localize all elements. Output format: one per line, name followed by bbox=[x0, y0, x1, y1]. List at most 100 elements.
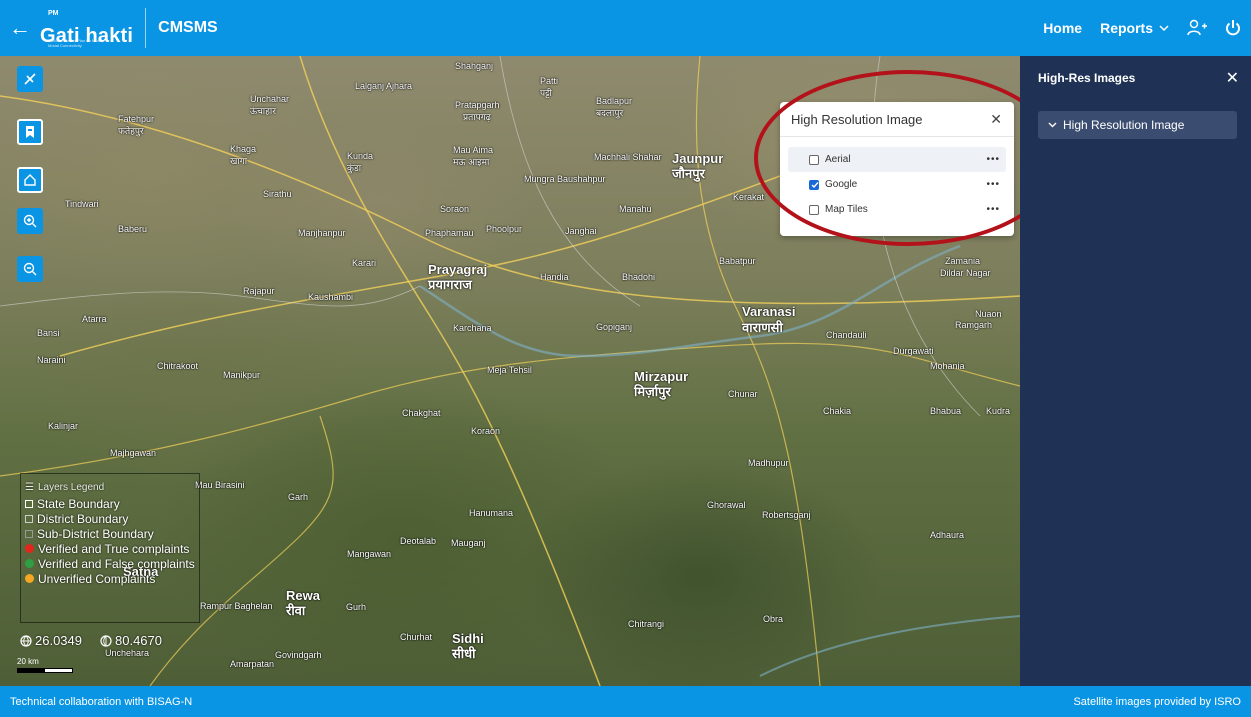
map-label: Bhabua bbox=[930, 406, 962, 416]
map-label: Pratapgarh bbox=[455, 100, 500, 110]
bookmark-icon bbox=[26, 126, 34, 138]
aerial-checkbox[interactable] bbox=[809, 154, 819, 165]
back-arrow-icon[interactable]: ← bbox=[0, 15, 40, 41]
chevron-down-icon bbox=[1159, 24, 1169, 31]
map-label: Machhali Shahar bbox=[594, 152, 662, 162]
map-label: Tindwari bbox=[65, 199, 99, 209]
map-label: Baberu bbox=[118, 224, 148, 234]
map-label-hindi: फतेहपुर bbox=[118, 126, 144, 136]
map-label: Kerakat bbox=[733, 192, 765, 202]
map-label: Majhgawan bbox=[110, 448, 157, 458]
legend-label: Verified and True complaints bbox=[38, 541, 190, 556]
google-checkbox[interactable] bbox=[809, 179, 819, 190]
map-label: Kudra bbox=[986, 406, 1011, 416]
legend-swatch bbox=[25, 499, 33, 508]
map-label: Madhupur bbox=[748, 458, 789, 468]
map-label-hindi: पट्टी bbox=[540, 88, 552, 98]
layers-legend: ☰ Layers Legend State Boundary District … bbox=[20, 473, 200, 623]
map-label: Manjhanpur bbox=[298, 228, 346, 238]
more-options-icon[interactable]: ••• bbox=[986, 154, 1000, 165]
legend-dot bbox=[25, 574, 34, 583]
pm-gati-shakti-logo: PM Gati hakti National Master Plan for M… bbox=[40, 8, 147, 48]
legend-item: Sub-District Boundary bbox=[25, 526, 195, 541]
map-label: Phaphamau bbox=[425, 228, 474, 238]
legend-title-text: Layers Legend bbox=[37, 482, 105, 493]
zoom-in-button[interactable] bbox=[17, 208, 43, 234]
home-extent-button[interactable] bbox=[17, 167, 43, 193]
map-label: Mohania bbox=[930, 361, 965, 371]
bookmark-tool-button[interactable] bbox=[17, 119, 43, 145]
map-label: Durgawati bbox=[893, 346, 934, 356]
map-label: Karchana bbox=[453, 323, 492, 333]
map-label: Adhaura bbox=[930, 530, 965, 540]
map-tiles-checkbox[interactable] bbox=[809, 204, 819, 215]
high-res-images-panel: High-Res Images ✕ High Resolution Image bbox=[1020, 56, 1251, 686]
map-label: Chandauli bbox=[826, 330, 867, 340]
option-google[interactable]: Google ••• bbox=[788, 172, 1006, 197]
map-label: Shahganj bbox=[455, 61, 494, 71]
legend-label: Sub-District Boundary bbox=[37, 526, 154, 541]
globe-icon bbox=[20, 634, 32, 647]
add-user-icon[interactable] bbox=[1187, 19, 1207, 37]
legend-label: Unverified Complaints bbox=[38, 571, 156, 586]
globe-meridian-icon bbox=[100, 634, 112, 647]
map-label: Chunar bbox=[728, 389, 758, 399]
longitude-value: 80.4670 bbox=[115, 633, 162, 648]
zoom-in-icon bbox=[23, 214, 37, 228]
map-label-hindi: मिर्ज़ापुर bbox=[634, 384, 671, 399]
map-label: Unchahar bbox=[250, 94, 290, 104]
legend-swatch bbox=[25, 514, 33, 523]
footer-left-text: Technical collaboration with BISAG-N bbox=[10, 695, 193, 708]
scale-bar: 20 km bbox=[17, 657, 73, 673]
map-label: Koraon bbox=[471, 426, 501, 436]
map-label: Naraini bbox=[37, 355, 66, 365]
scale-bar-graphic bbox=[17, 668, 73, 673]
top-header: ← PM Gati hakti National Master Plan for… bbox=[0, 0, 1251, 56]
home-icon bbox=[24, 174, 36, 186]
map-label: Lalganj Ajhara bbox=[355, 81, 413, 91]
legend-item: State Boundary bbox=[25, 496, 195, 511]
ruler-pencil-icon bbox=[24, 73, 36, 85]
map-label: Chitrangi bbox=[628, 619, 665, 629]
map-label: Mau Birasini bbox=[195, 480, 245, 490]
panel-header: High-Res Images ✕ bbox=[1020, 56, 1251, 100]
map-label-hindi: बदलापुर bbox=[596, 108, 624, 118]
legend-label: Verified and False complaints bbox=[38, 556, 195, 571]
map-label: Dildar Nagar bbox=[940, 268, 991, 278]
popup-title: High Resolution Image bbox=[791, 111, 923, 127]
logo-pm-text: PM bbox=[48, 10, 59, 17]
legend-item: Verified and True complaints bbox=[25, 541, 195, 556]
map-label-hindi: प्रयागराज bbox=[428, 277, 472, 292]
nav-reports-menu[interactable]: Reports bbox=[1100, 20, 1169, 36]
longitude-readout: 80.4670 bbox=[100, 633, 162, 648]
option-map-tiles[interactable]: Map Tiles ••• bbox=[788, 197, 1006, 222]
map-label-hindi: खागा bbox=[230, 156, 248, 166]
measure-tool-button[interactable] bbox=[17, 66, 43, 92]
close-icon[interactable]: ✕ bbox=[1226, 68, 1239, 88]
footer-right-text: Satellite images provided by ISRO bbox=[1073, 695, 1241, 708]
more-options-icon[interactable]: ••• bbox=[986, 179, 1000, 190]
close-icon[interactable]: ✕ bbox=[990, 111, 1002, 128]
map-label: Babatpur bbox=[719, 256, 756, 266]
popup-header: High Resolution Image ✕ bbox=[780, 102, 1014, 137]
map-label: Sirathu bbox=[263, 189, 292, 199]
nav-home-link[interactable]: Home bbox=[1043, 20, 1082, 36]
power-icon[interactable] bbox=[1225, 19, 1241, 37]
map-label: Unchehara bbox=[105, 648, 150, 658]
map-label: Handia bbox=[540, 272, 569, 282]
zoom-out-button[interactable] bbox=[17, 256, 43, 282]
high-resolution-image-item[interactable]: High Resolution Image bbox=[1038, 111, 1237, 139]
map-label: Patti bbox=[540, 76, 559, 86]
more-options-icon[interactable]: ••• bbox=[986, 204, 1000, 215]
map-label-hindi: सीधी bbox=[452, 646, 476, 661]
map-label: Bhadohi bbox=[622, 272, 656, 282]
map-label: Kaushambi bbox=[308, 292, 354, 302]
map-label: Fatehpur bbox=[118, 114, 155, 124]
map-label-hindi: जौनपुर bbox=[672, 166, 705, 181]
checkmark-icon bbox=[811, 182, 819, 189]
coordinate-readout: 26.0349 80.4670 bbox=[20, 633, 162, 648]
legend-item: Unverified Complaints bbox=[25, 571, 195, 586]
option-aerial[interactable]: Aerial ••• bbox=[788, 147, 1006, 172]
high-resolution-image-popup: High Resolution Image ✕ Aerial ••• Googl… bbox=[780, 102, 1014, 236]
map-label: Badlapur bbox=[596, 96, 633, 106]
